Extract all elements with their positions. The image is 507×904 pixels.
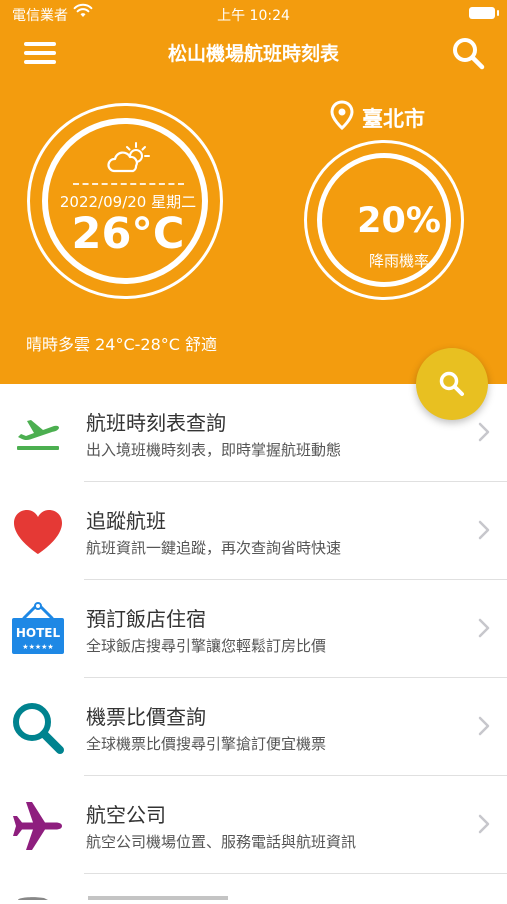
search-icon <box>439 371 464 396</box>
weather-widget: 2022/09/20 星期二 26°C <box>27 103 223 299</box>
menu-item-subtitle: 航班資訊一鍵追蹤，再次查詢省時快速 <box>86 539 342 557</box>
partly-cloudy-icon <box>107 142 150 173</box>
floating-search-button[interactable] <box>416 348 488 420</box>
city-name: 臺北市 <box>362 107 425 131</box>
chevron-right-icon <box>478 814 490 834</box>
menu-item-subtitle: 全球機票比價搜尋引擎搶訂便宜機票 <box>86 735 327 753</box>
chevron-right-icon <box>478 618 490 638</box>
flight-departure-icon <box>17 420 59 450</box>
status-time: 上午 10:24 <box>217 8 290 24</box>
airplane-icon <box>13 802 62 850</box>
menu-item-airlines[interactable]: 航空公司 航空公司機場位置、服務電話與航班資訊 <box>0 776 507 874</box>
rain-inner-ring: 20% 降雨機率 <box>317 153 451 287</box>
menu-list: 航班時刻表查詢 出入境班機時刻表，即時掌握航班動態 追蹤航班 航班資訊一鍵追蹤，… <box>0 384 507 874</box>
menu-item-subtitle: 出入境班機時刻表，即時掌握航班動態 <box>86 441 342 459</box>
menu-item-subtitle: 全球飯店搜尋引擎讓您輕鬆訂房比價 <box>86 637 327 655</box>
menu-item-partial[interactable] <box>0 874 507 900</box>
menu-item-title: 航空公司 <box>86 803 166 827</box>
menu-item-title: 預訂飯店住宿 <box>86 607 206 631</box>
page-title: 松山機場航班時刻表 <box>167 43 339 65</box>
menu-item-track-flight[interactable]: 追蹤航班 航班資訊一鍵追蹤，再次查詢省時快速 <box>0 482 507 580</box>
hotel-sign-icon: HOTEL ★★★★★ <box>12 602 64 654</box>
chevron-right-icon <box>478 716 490 736</box>
menu-item-title: 追蹤航班 <box>86 509 166 533</box>
battery-icon <box>469 7 499 19</box>
menu-item-title: 機票比價查詢 <box>86 705 206 729</box>
chevron-right-icon <box>478 520 490 540</box>
weather-summary: 晴時多雲 24°C-28°C 舒適 <box>26 335 218 354</box>
rain-percent: 20% <box>357 201 441 241</box>
map-pin-icon <box>330 100 354 130</box>
menu-item-ticket-compare[interactable]: 機票比價查詢 全球機票比價搜尋引擎搶訂便宜機票 <box>0 678 507 776</box>
menu-item-subtitle: 航空公司機場位置、服務電話與航班資訊 <box>86 833 357 851</box>
rain-widget: 20% 降雨機率 <box>304 140 464 300</box>
temperature: 26°C <box>71 209 185 259</box>
status-bar: 電信業者 上午 10:24 <box>0 0 507 28</box>
menu-item-hotel-booking[interactable]: HOTEL ★★★★★ 預訂飯店住宿 全球飯店搜尋引擎讓您輕鬆訂房比價 <box>0 580 507 678</box>
search-icon[interactable] <box>451 36 485 70</box>
location: 臺北市 <box>330 98 440 132</box>
partial-icon <box>18 896 228 900</box>
header: 電信業者 上午 10:24 松山機場航班時刻表 2022/09/20 星期二 2… <box>0 0 507 384</box>
chevron-right-icon <box>478 422 490 442</box>
magnifier-icon <box>13 703 64 754</box>
hotel-sign-stars: ★★★★★ <box>22 643 53 651</box>
divider <box>73 183 184 185</box>
nav-bar: 松山機場航班時刻表 <box>0 30 507 76</box>
heart-icon <box>14 510 62 554</box>
menu-item-title: 航班時刻表查詢 <box>86 411 226 435</box>
rain-label: 降雨機率 <box>368 252 429 270</box>
hotel-sign-text: HOTEL <box>16 626 61 640</box>
